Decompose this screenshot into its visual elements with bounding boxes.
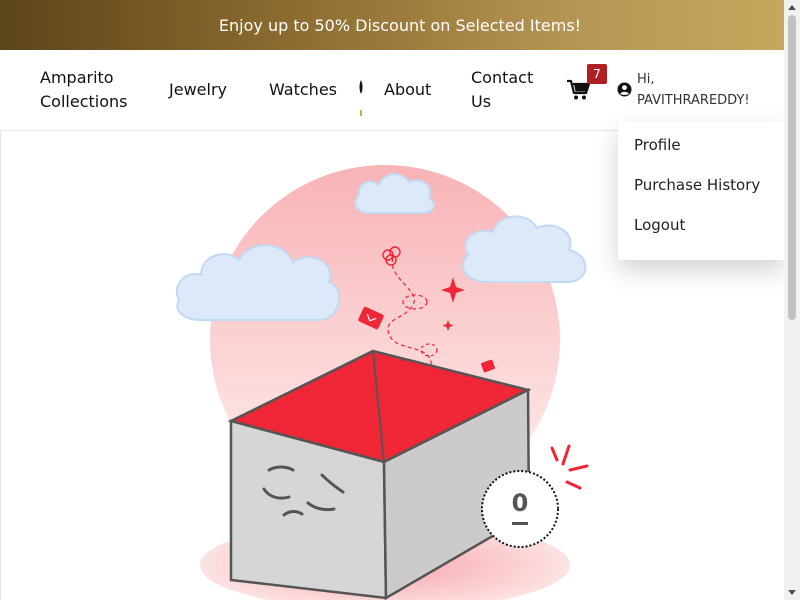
scroll-down-icon[interactable] [788,590,796,595]
scroll-thumb[interactable] [788,15,796,320]
user-circle-icon[interactable] [617,82,632,97]
brand-logo[interactable]: Amparito Collections [40,66,140,114]
menu-item-purchase-history[interactable]: Purchase History [634,176,760,194]
nav-separator [358,78,364,116]
nav-watches[interactable]: Watches [269,78,337,102]
promo-text: Enjoy up to 50% Discount on Selected Ite… [218,15,582,35]
promo-bar: Enjoy up to 50% Discount on Selected Ite… [0,0,800,50]
scroll-up-icon[interactable] [788,5,796,10]
cart-count-badge: 7 [587,64,607,84]
user-greeting[interactable]: Hi, PAVITHRAREDDY! [637,69,767,111]
nav-contact[interactable]: Contact Us [471,66,551,114]
nav-jewelry[interactable]: Jewelry [169,78,227,102]
cart-empty-count: 0 [511,489,529,517]
nav-about[interactable]: About [384,78,431,102]
user-dropdown-menu: Profile Purchase History Logout [618,122,784,260]
menu-item-profile[interactable]: Profile [634,136,681,154]
menu-item-logout[interactable]: Logout [634,216,685,234]
page-scrollbar[interactable] [784,0,800,600]
